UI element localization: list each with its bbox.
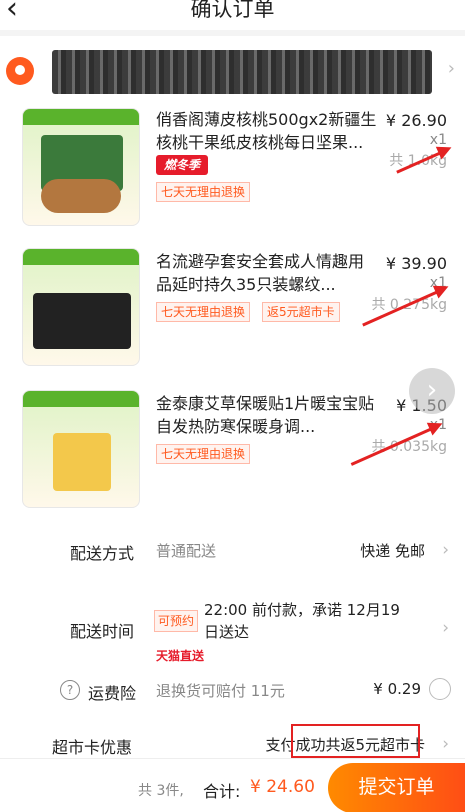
address-redacted [52, 50, 432, 94]
order-item[interactable]: 俏香阁薄皮核桃500gx2新疆生核桃干果纸皮核桃每日坚果... ¥ 26.90 … [0, 106, 465, 226]
submit-order-button[interactable]: 提交订单 [328, 763, 465, 812]
walnut-graphic [41, 179, 121, 213]
delivery-time-label: 配送时间 [70, 622, 135, 641]
address-card[interactable]: › [0, 36, 465, 106]
image-banner [23, 391, 139, 407]
scroll-next-button[interactable]: › [409, 368, 455, 414]
tmall-direct-tag: 天猫直送 [156, 649, 205, 663]
chevron-right-icon: › [442, 618, 449, 638]
bottom-bar: 共 3件, 合计: ¥ 24.60 提交订单 [0, 758, 465, 812]
page-title: 确认订单 [190, 0, 275, 21]
order-section: 俏香阁薄皮核桃500gx2新疆生核桃干果纸皮核桃每日坚果... ¥ 26.90 … [0, 106, 465, 758]
box-graphic [33, 293, 131, 349]
total-amount: ¥ 24.60 [250, 777, 315, 797]
chevron-right-icon: › [447, 58, 455, 79]
delivery-value: 快递 免邮 [360, 542, 425, 560]
service-tag: 七天无理由退换 [156, 182, 251, 202]
supercard-row[interactable]: 超市卡优惠 支付成功共返5元超市卡 › [0, 724, 465, 758]
service-tag: 七天无理由退换 [156, 444, 251, 464]
chevron-right-icon: › [442, 540, 449, 560]
service-tag: 七天无理由退换 [156, 302, 251, 322]
product-image[interactable] [22, 248, 140, 366]
insurance-checkbox[interactable] [429, 678, 451, 700]
supercard-tag: 返5元超市卡 [262, 302, 340, 322]
help-icon[interactable]: ? [60, 680, 80, 700]
chevron-right-icon: › [442, 734, 449, 754]
image-banner [23, 109, 139, 125]
product-name[interactable]: 俏香阁薄皮核桃500gx2新疆生核桃干果纸皮核桃每日坚果... [156, 108, 378, 154]
product-image[interactable] [22, 108, 140, 226]
order-item[interactable]: 金泰康艾草保暖贴1片暖宝宝贴自发热防寒保暖身调... ¥ 1.50 x1 共 0… [0, 390, 465, 510]
reserve-badge: 可预约 [154, 610, 199, 632]
product-name[interactable]: 金泰康艾草保暖贴1片暖宝宝贴自发热防寒保暖身调... [156, 392, 378, 438]
insurance-value: ¥ 0.29 [373, 680, 421, 698]
delivery-time-text: 22:00 前付款，承诺 12月19日送达 [204, 601, 400, 641]
highlight-box [291, 724, 420, 758]
product-price: ¥ 39.90 [385, 254, 447, 273]
product-name[interactable]: 名流避孕套安全套成人情趣用品延时持久35只装螺纹... [156, 250, 378, 296]
promo-tag: 燃冬季 [156, 155, 208, 175]
product-price: ¥ 26.90 [385, 111, 447, 130]
warmer-graphic [53, 433, 111, 491]
image-banner [23, 249, 139, 265]
location-pin-icon [6, 57, 34, 85]
insurance-row[interactable]: ? 运费险 退换货可赔付 11元 ¥ 0.29 [0, 672, 465, 718]
item-count: 共 3件, [138, 783, 184, 799]
top-bar: ‹ 确认订单 [0, 0, 465, 30]
supercard-label: 超市卡优惠 [52, 738, 133, 757]
delivery-method-row[interactable]: 配送方式 普通配送 快递 免邮 › [0, 528, 465, 574]
delivery-label: 配送方式 [70, 544, 135, 563]
delivery-time-row[interactable]: 配送时间 可预约 22:00 前付款，承诺 12月19日送达 天猫直送 › [0, 592, 465, 664]
total-label: 合计: [203, 782, 241, 801]
product-image[interactable] [22, 390, 140, 508]
delivery-option: 普通配送 [156, 542, 217, 560]
insurance-desc: 退换货可赔付 11元 [156, 682, 285, 700]
insurance-label: 运费险 [88, 684, 137, 703]
